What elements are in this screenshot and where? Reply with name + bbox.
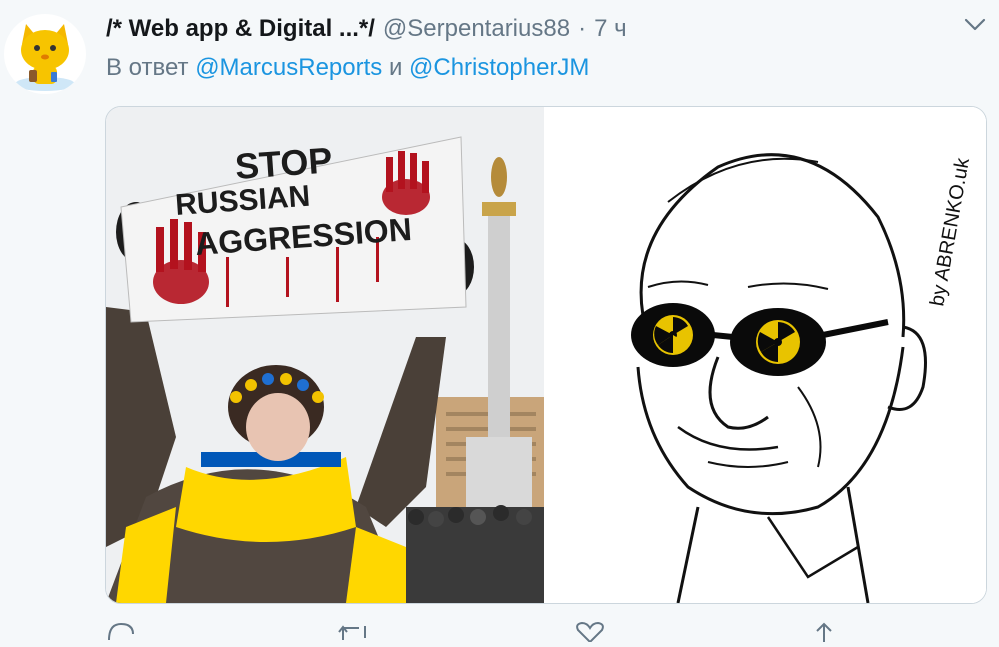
retweet-button[interactable] [337, 620, 371, 642]
like-button[interactable] [573, 620, 607, 644]
retweet-icon [338, 625, 366, 640]
chevron-down-icon [964, 18, 986, 31]
mention-link-2[interactable]: @ChristopherJM [409, 54, 589, 81]
reply-conjunction: и [388, 54, 403, 81]
protest-photo-image: STOP RUSSIAN AGGRESSION [106, 107, 544, 603]
timestamp[interactable]: 7 ч [594, 15, 627, 43]
heart-icon [576, 621, 604, 644]
user-handle[interactable]: @Serpentarius88 [383, 15, 570, 43]
caricature-image: by ABRENKO.uk [548, 107, 986, 603]
reply-button[interactable] [105, 620, 139, 642]
more-menu-button[interactable] [962, 14, 988, 34]
protest-photo[interactable]: STOP RUSSIAN AGGRESSION [106, 107, 544, 603]
tweet-actions [105, 620, 985, 644]
sign-text-line-1: STOP [234, 139, 334, 187]
tweet-header: /* Web app & Digital ...*/ @Serpentarius… [106, 14, 627, 44]
yellow-cat-avatar-icon [15, 24, 75, 91]
share-icon [816, 622, 832, 642]
caricature-drawing[interactable]: by ABRENKO.uk [548, 107, 986, 603]
tweet-media: STOP RUSSIAN AGGRESSION by ABRENKO.uk [105, 106, 987, 604]
reply-prefix: В ответ [106, 54, 189, 81]
share-button[interactable] [807, 620, 841, 642]
separator-dot: · [578, 15, 587, 42]
mention-link-1[interactable]: @MarcusReports [195, 54, 382, 81]
display-name[interactable]: /* Web app & Digital ...*/ [106, 15, 375, 43]
reply-context: В ответ @MarcusReports и @ChristopherJM [106, 54, 589, 82]
reply-icon [108, 622, 134, 641]
avatar[interactable] [4, 14, 86, 94]
